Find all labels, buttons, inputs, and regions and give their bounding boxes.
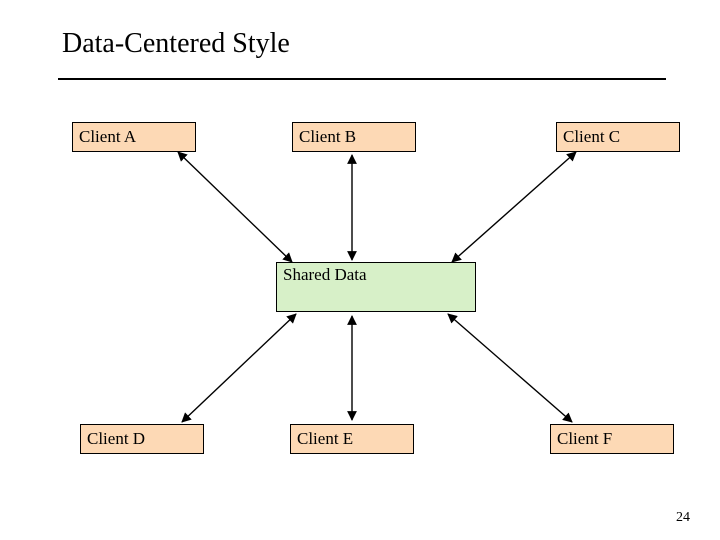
shared-data-box: Shared Data <box>276 262 476 312</box>
client-c-box: Client C <box>556 122 680 152</box>
client-b-box: Client B <box>292 122 416 152</box>
client-a-box: Client A <box>72 122 196 152</box>
title-divider <box>58 78 666 80</box>
page-number: 24 <box>676 510 690 526</box>
client-f-box: Client F <box>550 424 674 454</box>
client-e-box: Client E <box>290 424 414 454</box>
slide-title: Data-Centered Style <box>62 28 290 60</box>
client-d-box: Client D <box>80 424 204 454</box>
slide: Data-Centered Style Client A Client B Cl… <box>0 0 720 540</box>
